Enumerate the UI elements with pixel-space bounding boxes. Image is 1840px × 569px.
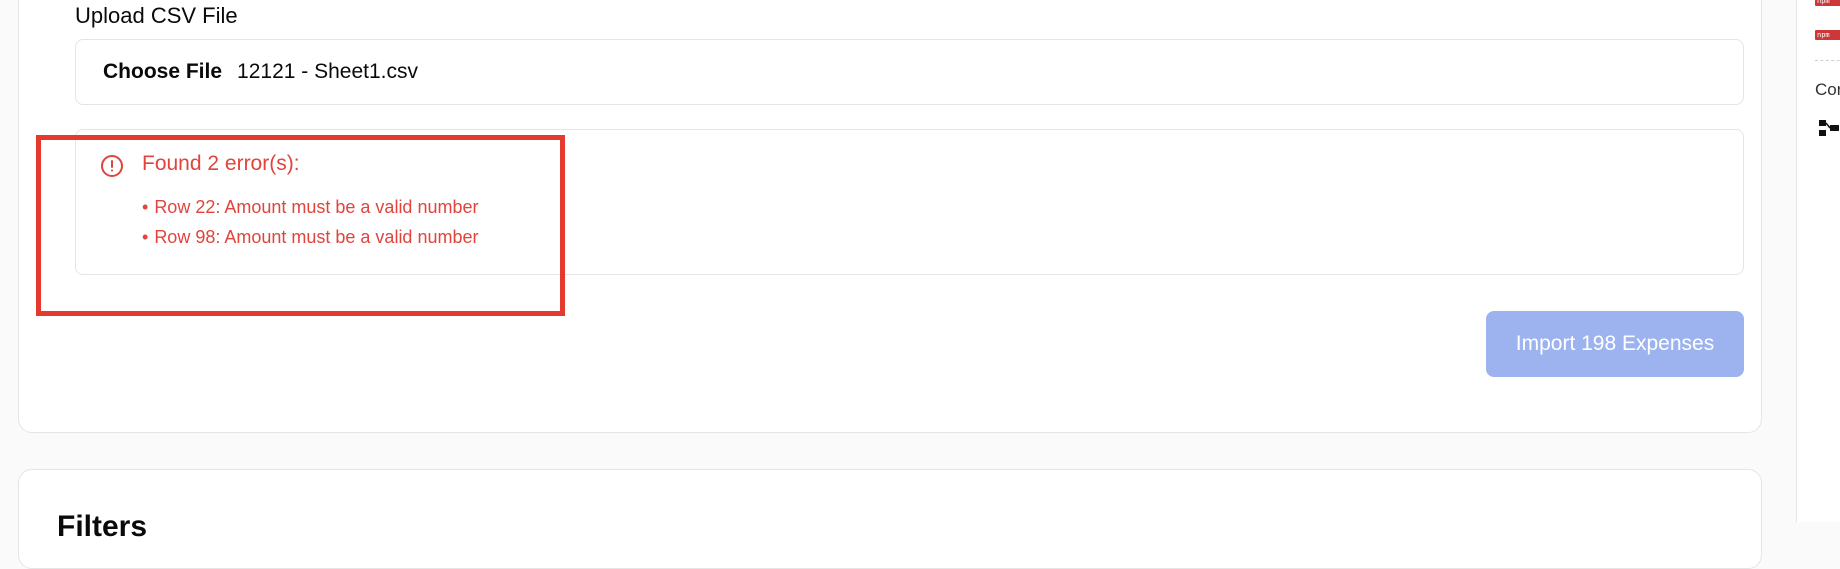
error-item-text: Row 98: Amount must be a valid number (154, 227, 479, 247)
error-item: • Row 98: Amount must be a valid number (142, 222, 478, 252)
selected-file-name: 12121 - Sheet1.csv (237, 60, 418, 83)
error-title: Found 2 error(s): (142, 152, 300, 175)
filters-title: Filters (57, 510, 148, 543)
panel-divider (1815, 60, 1840, 61)
flow-diagram-icon[interactable] (1817, 118, 1840, 138)
error-item-text: Row 22: Amount must be a valid number (154, 197, 479, 217)
error-alert: Found 2 error(s): • Row 22: Amount must b… (75, 129, 1744, 275)
filters-card: Filters (18, 469, 1762, 569)
import-card: Upload CSV File Choose File 12121 - Shee… (18, 0, 1762, 433)
bullet: • (142, 227, 149, 247)
panel-label: Cor (1815, 80, 1840, 99)
npm-badge[interactable]: npm (1815, 0, 1840, 6)
csv-file-input[interactable]: Choose File 12121 - Sheet1.csv (75, 39, 1744, 105)
bullet: • (142, 197, 149, 217)
main-content: Upload CSV File Choose File 12121 - Shee… (0, 0, 1795, 569)
import-expenses-button[interactable]: Import 198 Expenses (1486, 311, 1744, 377)
npm-badge[interactable]: npm (1815, 30, 1840, 40)
choose-file-button[interactable]: Choose File (103, 60, 222, 84)
alert-circle-icon (101, 155, 123, 177)
upload-csv-label: Upload CSV File (75, 3, 238, 28)
right-side-panel: npm npm Cor (1796, 0, 1840, 522)
error-item: • Row 22: Amount must be a valid number (142, 192, 478, 222)
error-list: • Row 22: Amount must be a valid number •… (142, 192, 478, 252)
